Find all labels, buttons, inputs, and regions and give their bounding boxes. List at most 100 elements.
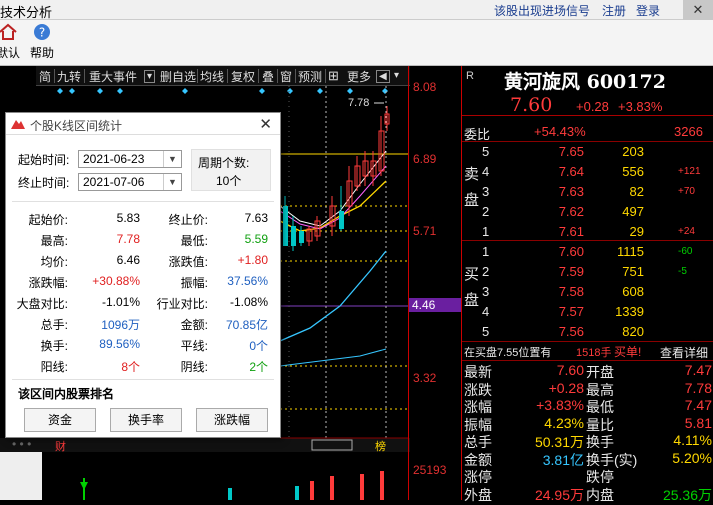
rank-by-fund-button[interactable]: 资金 <box>24 408 96 432</box>
order-level: 3 <box>482 284 490 299</box>
price-axis: 8.08 6.89 5.71 4.46 3.32 25193 <box>408 66 461 500</box>
period-count-value: 10个 <box>216 174 242 188</box>
order-price: 7.62 <box>558 204 584 219</box>
rank-marker: 榜 <box>375 439 386 453</box>
stat-label: 均价: <box>40 255 68 269</box>
axis-label: 8.08 <box>413 80 437 94</box>
home-button-label: 默认 <box>0 46 20 60</box>
period-count-box: 周期个数: 10个 <box>191 149 271 191</box>
stat-label: 最低: <box>180 234 208 248</box>
order-level: 4 <box>482 164 490 179</box>
order-price: 7.57 <box>558 304 584 319</box>
detail-label: 内盘 <box>586 486 614 503</box>
order-change: +121 <box>678 166 701 177</box>
order-volume: 1115 <box>617 244 644 259</box>
close-icon[interactable]: ✕ <box>683 0 713 20</box>
stat-label: 涨跌幅: <box>28 276 68 290</box>
order-change: -5 <box>678 266 687 277</box>
entry-signal-link[interactable]: 该股出现进场信号 <box>494 2 590 19</box>
window-title: 技术分析 <box>0 5 53 20</box>
stat-value: 0个 <box>249 339 268 353</box>
stat-label: 阴线: <box>180 360 208 374</box>
rank-by-change-button[interactable]: 涨跌幅 <box>196 408 268 432</box>
weicha-value: 3266 <box>674 124 703 139</box>
order-price: 7.65 <box>558 144 584 159</box>
stat-label: 换手: <box>40 339 68 353</box>
register-link[interactable]: 注册 <box>602 2 626 19</box>
order-volume: 1339 <box>615 304 644 319</box>
volume-bar <box>330 476 334 500</box>
stat-value: 70.85亿 <box>225 318 268 332</box>
home-button[interactable]: 默认 <box>0 22 24 61</box>
dialog-close-icon[interactable]: ✕ <box>259 115 272 133</box>
menu-bar: 技术分析 该股出现进场信号 注册 登录 ✕ <box>0 0 713 20</box>
detail-value: 24.95万 <box>534 486 584 503</box>
toolbar: 默认 ? 帮助 <box>0 20 713 66</box>
volume-bar <box>360 474 364 500</box>
stat-label: 大盘对比: <box>16 297 68 311</box>
rank-by-turnover-button[interactable]: 换手率 <box>110 408 182 432</box>
stat-value: 5.83 <box>116 211 140 225</box>
order-price: 7.64 <box>558 164 584 179</box>
panel-stub <box>0 452 42 500</box>
detail-value: +0.28 <box>548 379 584 396</box>
big-order-notice[interactable]: 在买盘7.55位置有 1518手 买单! 查看详细 <box>462 342 713 360</box>
start-date-select[interactable]: 2021-06-23 ▼ <box>78 150 182 168</box>
stat-label: 起始价: <box>28 213 68 227</box>
stat-value: 5.59 <box>244 232 268 246</box>
order-level: 1 <box>482 224 490 239</box>
end-time-label: 终止时间: <box>18 176 70 190</box>
order-level: 3 <box>482 184 490 199</box>
order-change: +24 <box>678 226 695 237</box>
price-change-pct: +3.83% <box>618 99 663 114</box>
order-volume: 203 <box>622 144 644 159</box>
home-icon <box>0 23 17 40</box>
order-volume: 820 <box>622 324 644 339</box>
order-price: 7.61 <box>558 224 584 239</box>
quote-panel: R 黄河旋风 600172 7.60 +0.28 +3.83% 委比 +54.4… <box>461 66 713 503</box>
detail-value: 4.11% <box>673 432 712 448</box>
volume-bar <box>310 481 314 500</box>
login-link[interactable]: 登录 <box>636 2 660 19</box>
start-time-label: 起始时间: <box>18 153 70 167</box>
stat-label: 总手: <box>40 318 68 332</box>
buy-side-label: 买盘 <box>464 266 480 309</box>
stat-label: 振幅: <box>180 276 208 290</box>
stat-value: 7.78 <box>116 232 140 246</box>
rank-section-title: 该区间内股票排名 <box>18 387 115 401</box>
end-date-select[interactable]: 2021-07-06 ▼ <box>78 173 182 191</box>
order-price: 7.58 <box>558 284 584 299</box>
detail-value: 4.23% <box>544 414 584 431</box>
stat-label: 金额: <box>180 318 208 332</box>
quote-header: R 黄河旋风 600172 <box>462 66 713 93</box>
notice-tag: 买单! <box>614 345 642 359</box>
stat-label: 最高: <box>40 234 68 248</box>
order-level: 5 <box>482 144 490 159</box>
order-volume: 556 <box>622 164 644 179</box>
help-button[interactable]: ? 帮助 <box>26 22 58 61</box>
detail-value: 7.47 <box>684 397 712 413</box>
current-price-marker: 4.46 <box>409 298 461 312</box>
order-price: 7.63 <box>558 184 584 199</box>
volume-panel <box>0 452 410 500</box>
stat-value: +30.88% <box>92 274 140 288</box>
stat-label: 涨跌值: <box>168 255 208 269</box>
axis-label: 6.89 <box>413 152 437 166</box>
stat-value: 89.56% <box>99 337 140 351</box>
more-options-icon[interactable]: • • • <box>12 437 31 451</box>
fund-marker: 财 <box>55 439 66 453</box>
end-date-value: 2021-07-06 <box>83 175 145 189</box>
view-details-link[interactable]: 查看详细 <box>660 344 708 361</box>
order-change: +70 <box>678 186 695 197</box>
notice-text: 在买盘7.55位置有 <box>464 347 552 359</box>
stat-value: 37.56% <box>227 274 268 288</box>
dialog-titlebar[interactable]: 个股K线区间统计 ✕ <box>6 113 280 135</box>
order-level: 2 <box>482 204 490 219</box>
stat-value: 7.63 <box>244 211 268 225</box>
chevron-down-icon: ▼ <box>163 151 181 167</box>
ma-line-long <box>279 250 387 342</box>
order-level: 4 <box>482 304 490 319</box>
detail-value: 5.20% <box>672 449 712 466</box>
stat-value: +1.80 <box>237 253 268 267</box>
stat-label: 平线: <box>180 339 208 353</box>
